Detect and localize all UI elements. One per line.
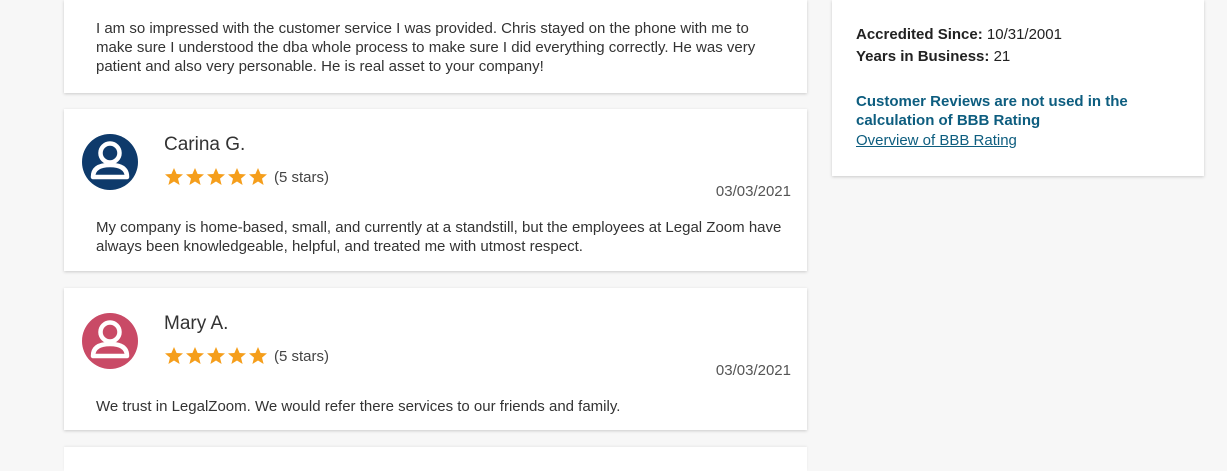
reviewer-name: Mary A. — [164, 313, 229, 334]
accredited-since: Accredited Since: 10/31/2001 — [856, 26, 1062, 43]
rating-note: Customer Reviews are not used in the cal… — [856, 93, 1128, 129]
accredited-value: 10/31/2001 — [986, 26, 1062, 43]
reviewer-name: Carina G. — [164, 134, 246, 155]
user-avatar-icon — [82, 134, 138, 190]
star-icon — [186, 347, 204, 364]
star-icon — [207, 168, 225, 185]
review-card: Mary A. (5 stars) 03/03/2021 We trust in… — [64, 288, 807, 430]
star-rating: (5 stars) — [164, 346, 329, 366]
star-icon — [228, 168, 246, 185]
review-text: We trust in LegalZoom. We would refer th… — [96, 398, 621, 415]
bbb-rating-overview-link[interactable]: Overview of BBB Rating — [856, 132, 1017, 149]
review-card: Carina G. (5 stars) 03/03/2021 My compan… — [64, 109, 807, 271]
review-text: I am so impressed with the customer serv… — [96, 20, 756, 75]
user-avatar-icon — [82, 313, 138, 369]
stars-label: (5 stars) — [274, 347, 330, 365]
star-icon — [249, 168, 267, 185]
star-icon — [228, 347, 246, 364]
star-icon — [165, 168, 183, 185]
accredited-label: Accredited Since: — [856, 26, 983, 43]
star-rating: (5 stars) — [164, 167, 329, 187]
stars-label: (5 stars) — [274, 168, 330, 186]
years-label: Years in Business: — [856, 48, 990, 65]
years-value: 21 — [993, 48, 1011, 65]
star-icon — [165, 347, 183, 364]
review-card: I am so impressed with the customer serv… — [64, 0, 807, 93]
star-icon — [207, 347, 225, 364]
years-in-business: Years in Business: 21 — [856, 48, 1010, 65]
review-card — [64, 447, 807, 471]
review-text: My company is home-based, small, and cur… — [96, 219, 782, 255]
review-date: 03/03/2021 — [715, 183, 791, 200]
star-icon — [186, 168, 204, 185]
star-icon — [249, 347, 267, 364]
review-date: 03/03/2021 — [715, 362, 791, 379]
business-info-card: Accredited Since: 10/31/2001 Years in Bu… — [832, 0, 1204, 176]
